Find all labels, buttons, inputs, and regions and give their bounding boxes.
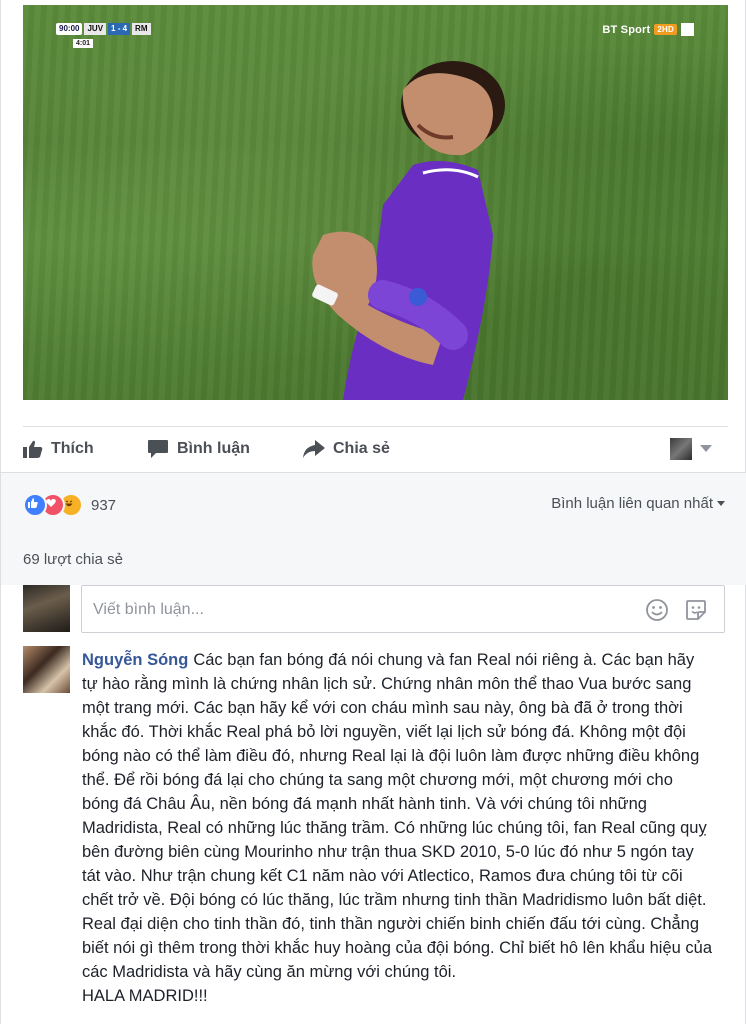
comment-composer[interactable] bbox=[81, 585, 725, 633]
comment-input[interactable] bbox=[91, 596, 615, 624]
square-icon bbox=[681, 23, 694, 36]
post-meta-section: 937 Bình luận liên quan nhất 69 lượt chi… bbox=[1, 472, 746, 585]
comment-button[interactable]: Bình luận bbox=[147, 439, 250, 459]
smiley-icon[interactable] bbox=[645, 598, 669, 627]
post-as-selector[interactable] bbox=[670, 438, 712, 460]
broadcaster-name: BT Sport bbox=[602, 23, 651, 36]
like-label: Thích bbox=[51, 440, 94, 457]
caret-down-icon bbox=[717, 500, 725, 506]
facebook-post-card: 90:00 JUV 1 - 4 RM 4:01 BT Sport 2HD Thí… bbox=[0, 0, 746, 1024]
avatar[interactable] bbox=[23, 585, 70, 632]
share-label: Chia sẻ bbox=[333, 440, 390, 457]
share-button[interactable]: Chia sẻ bbox=[303, 439, 390, 459]
match-score: 1 - 4 bbox=[108, 22, 131, 35]
video-player[interactable]: 90:00 JUV 1 - 4 RM 4:01 BT Sport 2HD bbox=[23, 5, 728, 400]
reaction-count: 937 bbox=[91, 496, 117, 514]
match-clock: 90:00 bbox=[56, 22, 83, 35]
share-arrow-icon bbox=[303, 440, 325, 458]
away-team: RM bbox=[132, 22, 151, 35]
player-figure bbox=[312, 61, 505, 400]
sort-label: Bình luận liên quan nhất bbox=[551, 495, 713, 512]
avatar[interactable] bbox=[23, 646, 70, 693]
caret-down-icon bbox=[700, 445, 712, 452]
home-team: JUV bbox=[84, 22, 107, 35]
broadcaster-logo: BT Sport 2HD bbox=[602, 23, 694, 36]
comment: Nguyễn Sóng Các bạn fan bóng đá nói chung… bbox=[82, 648, 712, 1008]
comment-closing: HALA MADRID!!! bbox=[82, 987, 208, 1005]
post-action-bar: Thích Bình luận Chia sẻ bbox=[23, 426, 728, 471]
channel-badge: 2HD bbox=[654, 24, 677, 35]
avatar bbox=[670, 438, 692, 460]
comment-text: Các bạn fan bóng đá nói chung và fan Rea… bbox=[82, 651, 712, 981]
sticker-icon[interactable] bbox=[684, 598, 708, 627]
thumbs-up-icon bbox=[23, 440, 43, 458]
reactions-summary[interactable]: 937 bbox=[23, 493, 116, 517]
speech-bubble-icon bbox=[148, 440, 168, 458]
comment-sort-dropdown[interactable]: Bình luận liên quan nhất bbox=[551, 495, 725, 512]
like-button[interactable]: Thích bbox=[23, 439, 94, 459]
comment-label: Bình luận bbox=[177, 440, 250, 457]
added-time: 4:01 bbox=[73, 39, 94, 48]
like-reaction-icon bbox=[23, 493, 47, 517]
comment-author-link[interactable]: Nguyễn Sóng bbox=[82, 651, 188, 669]
score-bug: 90:00 JUV 1 - 4 RM bbox=[56, 22, 151, 35]
share-count-link[interactable]: 69 lượt chia sẻ bbox=[23, 551, 123, 568]
